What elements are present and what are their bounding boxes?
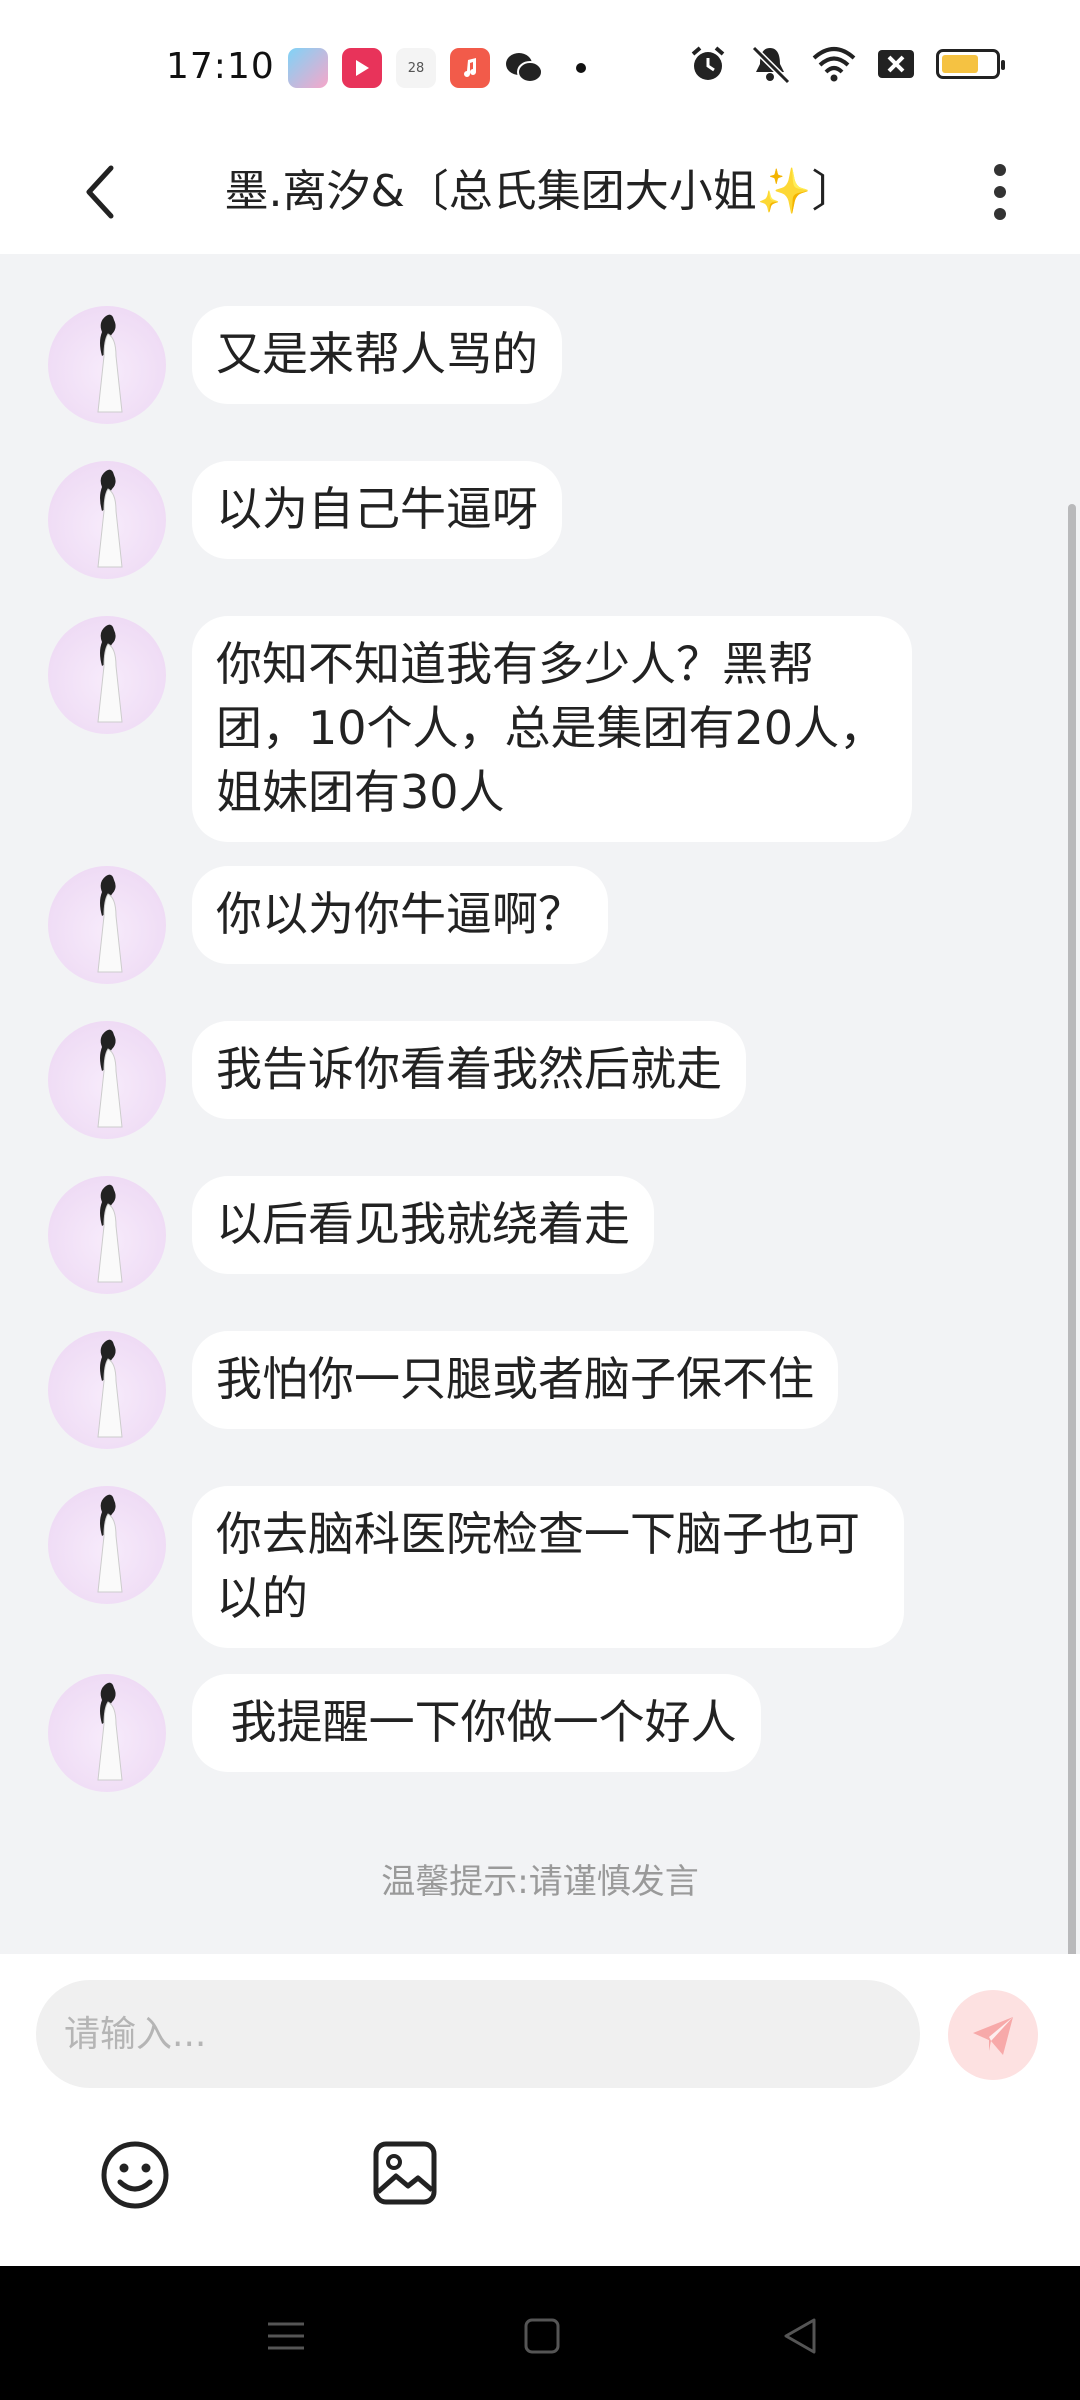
message-bubble[interactable]: 以后看见我就绕着走 xyxy=(192,1176,654,1274)
notification-icons: 28 xyxy=(288,48,586,88)
more-vertical-icon xyxy=(994,164,1006,176)
mute-icon xyxy=(751,45,791,84)
back-icon[interactable] xyxy=(778,2314,822,2358)
message-bubble[interactable]: 你知不知道我有多少人？黑帮团，10个人，总是集团有20人，姐妹团有30人 xyxy=(192,616,912,842)
message-row: 你以为你牛逼啊？ xyxy=(48,866,608,984)
message-bubble[interactable]: 我告诉你看着我然后就走 xyxy=(192,1021,746,1119)
avatar[interactable] xyxy=(48,1674,166,1792)
music-app-icon xyxy=(450,48,490,88)
wifi-icon xyxy=(812,47,856,82)
calendar-icon: 28 xyxy=(396,48,436,88)
menu-icon[interactable] xyxy=(264,2314,308,2358)
wechat-icon xyxy=(504,48,544,88)
message-bubble[interactable]: 你以为你牛逼啊？ xyxy=(192,866,608,964)
game-app-icon xyxy=(288,48,328,88)
message-bubble[interactable]: 你去脑科医院检查一下脑子也可以的 xyxy=(192,1486,904,1648)
sim-off-icon xyxy=(878,50,914,78)
avatar[interactable] xyxy=(48,1486,166,1604)
chevron-left-icon xyxy=(86,165,114,219)
chat-title: 墨.离汐&〔总氏集团大小姐✨〕 xyxy=(224,166,856,217)
message-row: 以后看见我就绕着走 xyxy=(48,1176,654,1294)
system-nav-bar xyxy=(0,2266,1080,2400)
status-time: 17:10 xyxy=(166,46,275,87)
emoji-icon xyxy=(101,2141,169,2209)
composer xyxy=(0,1954,1080,2266)
alarm-icon xyxy=(691,46,725,80)
avatar[interactable] xyxy=(48,306,166,424)
video-app-icon xyxy=(342,48,382,88)
message-bubble[interactable]: 又是来帮人骂的 xyxy=(192,306,562,404)
avatar[interactable] xyxy=(48,461,166,579)
message-bubble[interactable]: 我提醒一下你做一个好人 xyxy=(192,1674,761,1772)
more-options-button[interactable] xyxy=(970,154,1030,230)
battery-icon xyxy=(936,49,1005,79)
caution-hint: 温馨提示:请谨慎发言 xyxy=(381,1862,699,1902)
message-input[interactable] xyxy=(36,1980,920,2088)
chat-header: 墨.离汐&〔总氏集团大小姐✨〕 xyxy=(0,130,1080,254)
avatar[interactable] xyxy=(48,616,166,734)
scrollbar[interactable] xyxy=(1068,504,1076,1954)
avatar[interactable] xyxy=(48,866,166,984)
message-row: 以为自己牛逼呀 xyxy=(48,461,562,579)
message-list[interactable]: 又是来帮人骂的 以为自己牛逼呀 你知不知道我有多少人？黑帮团，10个人，总是集团… xyxy=(0,254,1080,1954)
message-bubble[interactable]: 以为自己牛逼呀 xyxy=(192,461,562,559)
status-bar: 17:10 28 xyxy=(0,0,1080,130)
avatar[interactable] xyxy=(48,1176,166,1294)
message-row: 你知不知道我有多少人？黑帮团，10个人，总是集团有20人，姐妹团有30人 xyxy=(48,616,912,842)
image-icon xyxy=(373,2141,437,2205)
message-row: 又是来帮人骂的 xyxy=(48,306,562,424)
send-icon xyxy=(973,2017,1013,2055)
more-dot xyxy=(994,186,1006,198)
avatar[interactable] xyxy=(48,1331,166,1449)
more-dot xyxy=(994,208,1006,220)
message-row: 我怕你一只腿或者脑子保不住 xyxy=(48,1331,838,1449)
message-row: 我提醒一下你做一个好人 xyxy=(48,1674,761,1792)
battery-level xyxy=(942,55,979,73)
home-icon[interactable] xyxy=(520,2314,564,2358)
image-button[interactable] xyxy=(372,2140,438,2206)
send-button[interactable] xyxy=(948,1990,1038,2080)
avatar[interactable] xyxy=(48,1021,166,1139)
system-icons xyxy=(688,44,1005,84)
emoji-button[interactable] xyxy=(100,2140,170,2210)
more-notifications-dot xyxy=(576,63,586,73)
message-row: 你去脑科医院检查一下脑子也可以的 xyxy=(48,1486,904,1648)
message-bubble[interactable]: 我怕你一只腿或者脑子保不住 xyxy=(192,1331,838,1429)
calendar-day: 28 xyxy=(407,60,425,76)
back-button[interactable] xyxy=(70,158,130,226)
message-row: 我告诉你看着我然后就走 xyxy=(48,1021,746,1139)
